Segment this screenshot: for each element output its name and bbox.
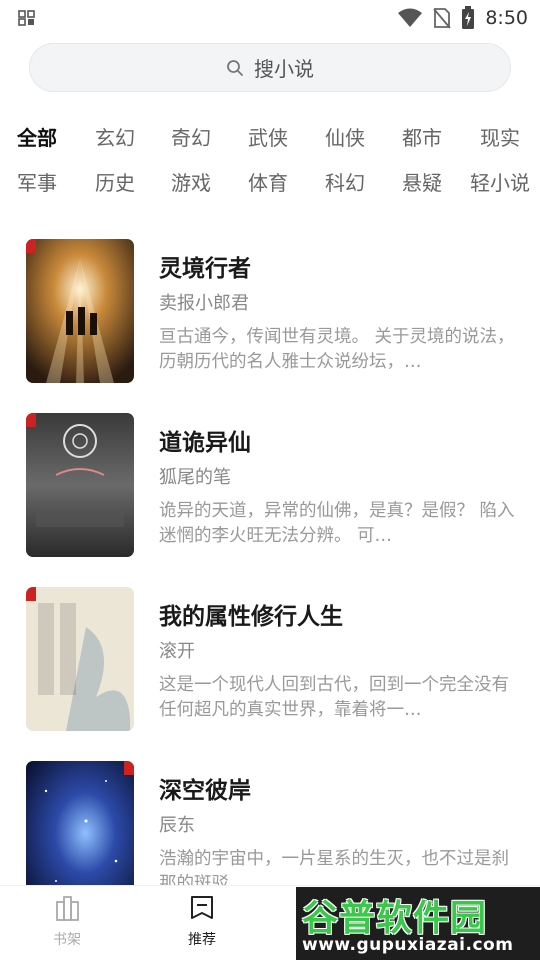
category-youxi[interactable]: 游戏 <box>171 167 211 196</box>
clock-time: 8:50 <box>485 7 528 29</box>
status-bar: 8:50 <box>0 0 540 36</box>
watermark-brand: 谷普软件园 <box>302 898 488 939</box>
book-description: 这是一个现代人回到古代，回到一个完全没有任何超凡的真实世界，靠着将一… <box>159 675 509 720</box>
battery-charging-icon <box>462 6 475 29</box>
book-list-item[interactable]: 道诡异仙 狐尾的笔 诡异的天道，异常的仙佛，是真？是假？ 陷入迷惘的李火旺无法分… <box>0 413 540 563</box>
category-dushi[interactable]: 都市 <box>402 122 442 151</box>
bookshelf-icon <box>56 896 79 921</box>
nav-bookshelf-label: 书架 <box>53 932 81 948</box>
book-title: 道诡异仙 <box>159 430 251 456</box>
category-all[interactable]: 全部 <box>17 122 57 151</box>
category-xianxia[interactable]: 仙侠 <box>325 122 365 151</box>
search-icon <box>227 59 243 76</box>
wifi-icon <box>398 8 423 27</box>
category-tiyu[interactable]: 体育 <box>248 167 288 196</box>
search-placeholder: 搜小说 <box>254 57 314 81</box>
book-cover <box>26 587 134 731</box>
book-cover <box>26 761 134 905</box>
book-title: 灵境行者 <box>159 256 251 282</box>
no-sim-icon <box>433 8 452 29</box>
category-kehuan[interactable]: 科幻 <box>325 167 365 196</box>
book-author: 滚开 <box>159 641 195 662</box>
watermark-url: www.gupuxiazai.com <box>302 935 514 955</box>
nav-bookshelf[interactable]: 书架 <box>27 894 107 949</box>
nav-recommend-label: 推荐 <box>188 932 216 948</box>
category-xianshi[interactable]: 现实 <box>480 122 520 151</box>
search-bar[interactable]: 搜小说 <box>29 43 511 92</box>
category-qingxiaoshuo[interactable]: 轻小说 <box>470 167 530 196</box>
book-description: 诡异的天道，异常的仙佛，是真？是假？ 陷入迷惘的李火旺无法分辨。 可… <box>159 501 515 546</box>
category-wuxia[interactable]: 武侠 <box>248 122 288 151</box>
category-row-2: 军事 历史 游戏 体育 科幻 悬疑 轻小说 <box>0 159 540 199</box>
book-list-item[interactable]: 我的属性修行人生 滚开 这是一个现代人回到古代，回到一个完全没有任何超凡的真实世… <box>0 587 540 737</box>
book-list-item[interactable]: 灵境行者 卖报小郎君 亘古通今，传闻世有灵境。 关于灵境的说法，历朝历代的名人雅… <box>0 239 540 389</box>
watermark: 谷普软件园 www.gupuxiazai.com <box>296 887 540 960</box>
app-grid-icon <box>18 10 35 26</box>
recommend-icon <box>191 896 213 919</box>
book-cover <box>26 413 134 557</box>
nav-recommend[interactable]: 推荐 <box>162 894 242 949</box>
book-cover <box>26 239 134 383</box>
category-xuanyi[interactable]: 悬疑 <box>402 167 442 196</box>
book-author: 辰东 <box>159 815 195 836</box>
category-row-1: 全部 玄幻 奇幻 武侠 仙侠 都市 现实 <box>0 114 540 154</box>
book-author: 狐尾的笔 <box>159 467 231 488</box>
category-lishi[interactable]: 历史 <box>95 167 135 196</box>
category-xuanhuan[interactable]: 玄幻 <box>95 122 135 151</box>
book-title: 我的属性修行人生 <box>159 604 343 630</box>
book-author: 卖报小郎君 <box>159 293 249 314</box>
category-qihuan[interactable]: 奇幻 <box>171 122 211 151</box>
category-junshi[interactable]: 军事 <box>17 167 57 196</box>
book-description: 亘古通今，传闻世有灵境。 关于灵境的说法，历朝历代的名人雅士众说纷坛，… <box>159 327 515 372</box>
book-title: 深空彼岸 <box>159 778 251 804</box>
